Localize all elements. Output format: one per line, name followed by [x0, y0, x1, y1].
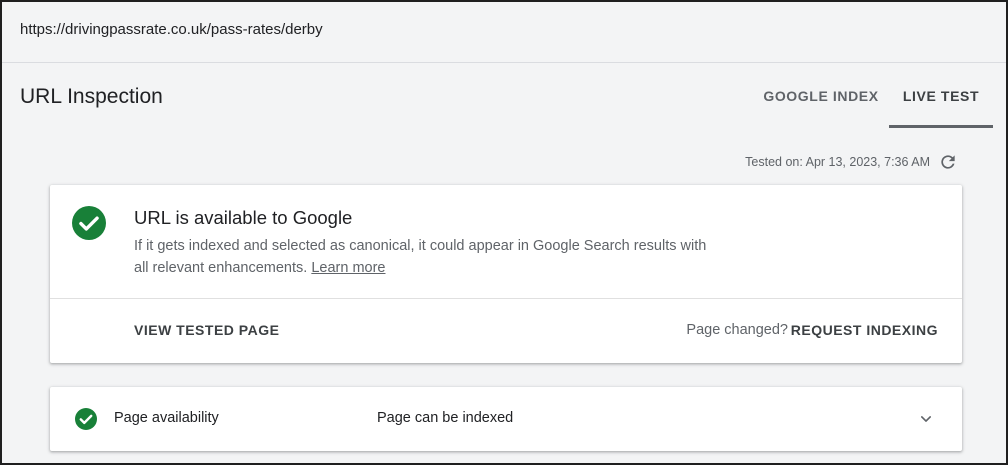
- refresh-icon[interactable]: [938, 152, 958, 172]
- availability-label: Page availability: [114, 410, 219, 426]
- chevron-down-icon[interactable]: [916, 409, 936, 429]
- card-divider: [50, 298, 962, 299]
- status-card: URL is available to Google If it gets in…: [50, 185, 962, 363]
- check-circle-icon: [72, 206, 106, 240]
- inspected-url-bar: https://drivingpassrate.co.uk/pass-rates…: [2, 2, 1006, 63]
- inspection-header: URL Inspection GOOGLE INDEX LIVE TEST: [2, 63, 1006, 128]
- availability-value: Page can be indexed: [377, 410, 514, 426]
- inspected-url: https://drivingpassrate.co.uk/pass-rates…: [20, 21, 323, 38]
- tab-live-test[interactable]: LIVE TEST: [889, 63, 993, 128]
- inspection-window: https://drivingpassrate.co.uk/pass-rates…: [0, 0, 1008, 465]
- page-availability-row[interactable]: Page availability Page can be indexed: [50, 387, 962, 451]
- page-changed-text: Page changed?: [686, 322, 788, 338]
- status-description: If it gets indexed and selected as canon…: [134, 235, 714, 279]
- request-indexing-button[interactable]: REQUEST INDEXING: [791, 322, 938, 338]
- tested-on-row: Tested on: Apr 13, 2023, 7:36 AM: [745, 152, 958, 172]
- page-title: URL Inspection: [20, 85, 163, 108]
- learn-more-link[interactable]: Learn more: [311, 260, 385, 276]
- status-title: URL is available to Google: [134, 207, 353, 228]
- tested-on-text: Tested on: Apr 13, 2023, 7:36 AM: [745, 155, 930, 169]
- check-circle-icon: [75, 408, 97, 430]
- tab-google-index[interactable]: GOOGLE INDEX: [754, 63, 888, 128]
- view-tested-page-button[interactable]: VIEW TESTED PAGE: [134, 322, 279, 338]
- status-description-text: If it gets indexed and selected as canon…: [134, 238, 707, 276]
